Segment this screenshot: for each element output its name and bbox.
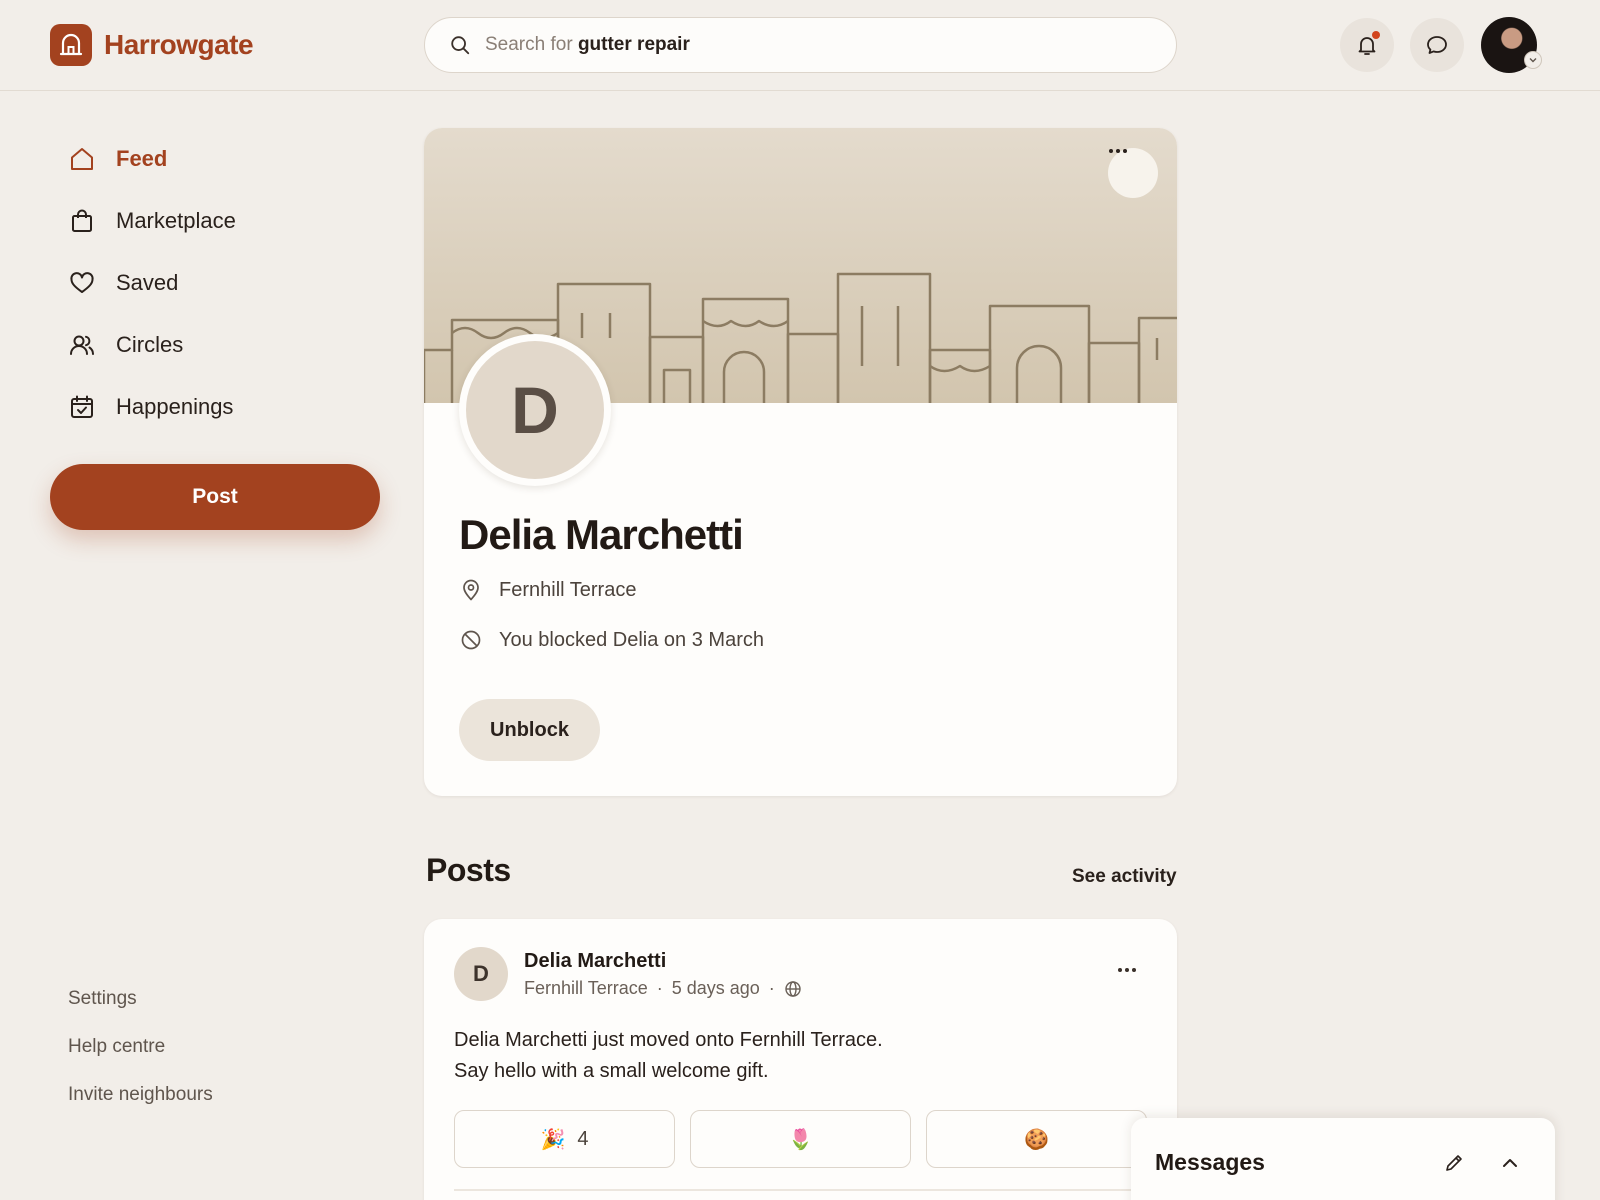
- profile-name: Delia Marchetti: [459, 511, 744, 558]
- sidebar-item-label: Feed: [116, 146, 168, 171]
- post-meta: Fernhill Terrace · 5 days ago ·: [524, 978, 802, 999]
- home-icon: [71, 148, 93, 170]
- meta-separator: ·: [656, 978, 663, 998]
- sidebar-item-marketplace[interactable]: Marketplace: [68, 190, 236, 252]
- globe-icon: [785, 980, 801, 997]
- profile-more-button[interactable]: [1108, 148, 1158, 198]
- shopping-bag-icon: [72, 209, 92, 232]
- search-icon: [451, 36, 470, 55]
- more-horizontal-icon: [1118, 968, 1136, 972]
- sidebar-item-label: Circles: [116, 332, 184, 357]
- sidebar-item-feed[interactable]: Feed: [68, 128, 236, 190]
- top-bar: Harrowgate Search for gutter repair: [0, 0, 1600, 91]
- messages-drawer[interactable]: Messages: [1131, 1118, 1555, 1200]
- post-timestamp: 5 days ago: [671, 978, 760, 998]
- profile-initial: D: [466, 341, 604, 479]
- chat-button[interactable]: [1410, 18, 1464, 72]
- search-input[interactable]: Search for gutter repair: [424, 17, 1177, 73]
- search-suggestion: gutter repair: [577, 34, 690, 55]
- post-author-avatar[interactable]: D: [454, 947, 508, 1001]
- search-placeholder: Search for gutter repair: [485, 34, 690, 56]
- posts-section-title: Posts: [426, 852, 511, 888]
- unblock-button[interactable]: Unblock: [459, 699, 600, 761]
- sidebar-footer-links: Settings Help centre Invite neighbours: [68, 984, 213, 1128]
- cookie-icon: 🍪: [1024, 1128, 1049, 1151]
- post-body-line: Delia Marchetti just moved onto Fernhill…: [454, 1029, 883, 1051]
- compose-message-button[interactable]: [1441, 1150, 1467, 1176]
- settings-link[interactable]: Settings: [68, 984, 213, 1032]
- search-prefix: Search for: [485, 34, 573, 55]
- sidebar-item-circles[interactable]: Circles: [68, 314, 236, 376]
- post-body: Delia Marchetti just moved onto Fernhill…: [454, 1025, 883, 1087]
- post-divider: [454, 1189, 1147, 1191]
- sidebar-item-saved[interactable]: Saved: [68, 252, 236, 314]
- reaction-button-cookie[interactable]: 🍪: [926, 1110, 1147, 1168]
- reaction-count: 4: [577, 1127, 589, 1150]
- blocked-status-text: You blocked Delia on 3 March: [499, 628, 764, 651]
- post-more-button[interactable]: [1112, 955, 1142, 985]
- sidebar-item-label: Saved: [116, 270, 179, 295]
- chat-bubble-icon: [1427, 36, 1447, 54]
- account-menu-chevron-icon[interactable]: [1524, 51, 1542, 69]
- logo-mark-icon: [50, 24, 92, 66]
- post-location: Fernhill Terrace: [524, 978, 648, 998]
- meta-separator: ·: [768, 978, 775, 998]
- post-body-line: Say hello with a small welcome gift.: [454, 1060, 769, 1082]
- profile-location-text: Fernhill Terrace: [499, 578, 637, 601]
- chevron-up-icon: [1503, 1159, 1517, 1167]
- app-logo[interactable]: Harrowgate: [50, 24, 254, 66]
- sidebar-nav: Feed Marketplace Saved Circles Happening…: [68, 128, 236, 438]
- expand-messages-button[interactable]: [1497, 1150, 1523, 1176]
- sidebar-item-label: Marketplace: [116, 208, 236, 233]
- more-horizontal-icon: [1109, 149, 1127, 153]
- profile-card: D Delia Marchetti Fernhill Terrace You b…: [424, 128, 1177, 796]
- notification-dot: [1372, 31, 1380, 39]
- location-pin-icon: [463, 579, 479, 601]
- messages-title: Messages: [1155, 1149, 1265, 1175]
- profile-avatar: D: [459, 334, 611, 486]
- post-card: D Delia Marchetti Fernhill Terrace · 5 d…: [424, 919, 1177, 1200]
- help-centre-link[interactable]: Help centre: [68, 1032, 213, 1080]
- app-name: Harrowgate: [104, 29, 254, 60]
- post-author-name[interactable]: Delia Marchetti: [524, 950, 666, 973]
- reaction-button-tulip[interactable]: 🌷: [690, 1110, 911, 1168]
- blocked-icon: [461, 630, 481, 650]
- reaction-button-party[interactable]: 🎉 4: [454, 1110, 675, 1168]
- heart-icon: [70, 272, 94, 293]
- pencil-icon: [1446, 1155, 1462, 1171]
- profile-blocked-status: You blocked Delia on 3 March: [459, 628, 764, 652]
- people-icon: [70, 335, 94, 355]
- sidebar-item-label: Happenings: [116, 394, 234, 419]
- party-popper-icon: 🎉: [540, 1128, 566, 1151]
- post-button[interactable]: Post: [50, 464, 380, 530]
- invite-neighbours-link[interactable]: Invite neighbours: [68, 1080, 213, 1128]
- sidebar-item-happenings[interactable]: Happenings: [68, 376, 236, 438]
- tulip-icon: 🌷: [788, 1128, 813, 1151]
- profile-location: Fernhill Terrace: [459, 578, 636, 602]
- calendar-check-icon: [71, 395, 93, 418]
- notifications-button[interactable]: [1340, 18, 1394, 72]
- see-activity-link[interactable]: See activity: [1072, 866, 1177, 888]
